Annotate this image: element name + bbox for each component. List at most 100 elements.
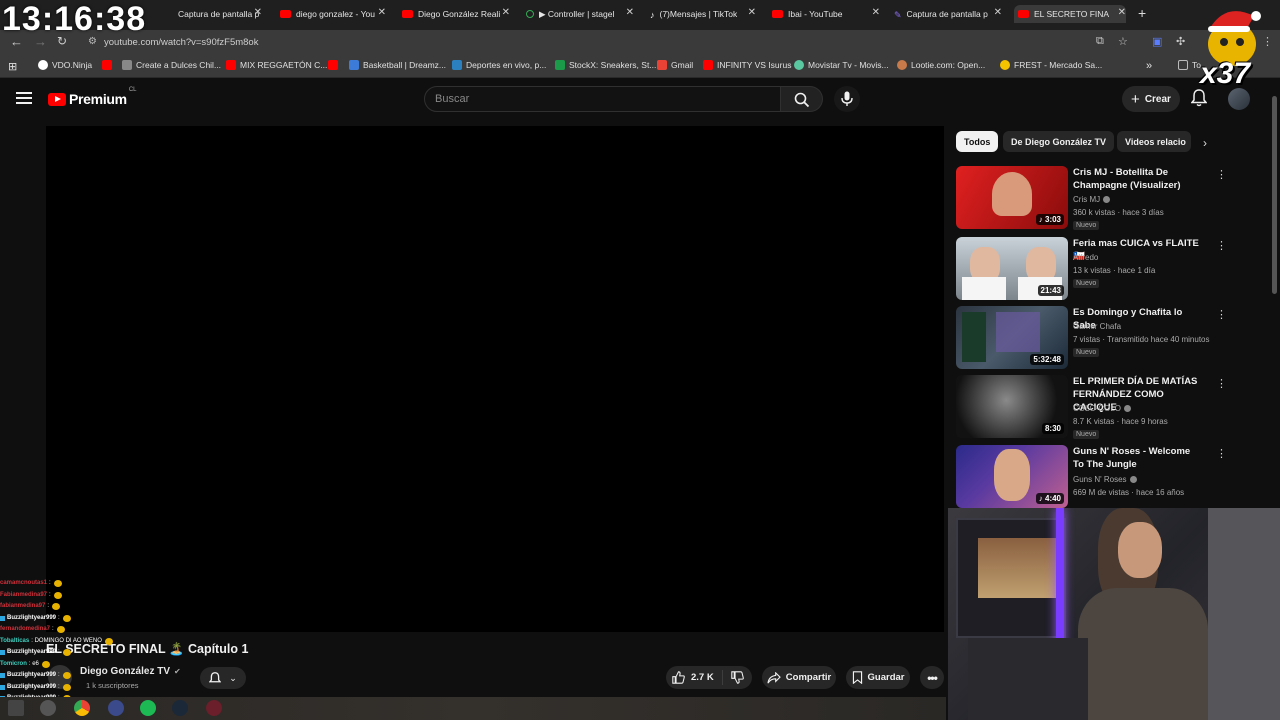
more-actions-button[interactable]: ••• — [920, 666, 944, 689]
dislike-button[interactable] — [723, 671, 744, 684]
browser-tab[interactable]: diego gonzalez - You ✕ — [280, 5, 386, 23]
channel-name: COLO-COLO — [1073, 404, 1132, 413]
browser-tab[interactable]: Captura de pantalla p ✕ — [178, 5, 262, 23]
close-tab-icon[interactable]: ✕ — [1118, 7, 1126, 18]
apps-grid-icon[interactable]: ⊞ — [8, 60, 17, 73]
bookmark-item[interactable]: FREST - Mercado Sa... — [1000, 60, 1102, 70]
chrome-icon[interactable] — [74, 700, 90, 716]
video-player[interactable] — [46, 126, 944, 632]
bookmark-item[interactable] — [328, 60, 342, 70]
bookmark-item[interactable]: Create a Dulces Chil... — [122, 60, 221, 70]
close-tab-icon[interactable]: ✕ — [994, 7, 1002, 18]
youtube-favicon-icon — [280, 10, 291, 18]
close-tab-icon[interactable]: ✕ — [378, 7, 386, 18]
record-icon[interactable] — [206, 700, 222, 716]
share-button[interactable]: Compartir — [762, 666, 836, 689]
youtube-premium-logo[interactable]: Premium CL — [48, 87, 136, 107]
chip-channel[interactable]: De Diego González TV — [1003, 131, 1115, 152]
like-button[interactable]: 2.7 K — [666, 670, 723, 685]
more-options-icon[interactable]: ⋮ — [1216, 308, 1227, 321]
create-button[interactable]: + Crear — [1122, 86, 1180, 112]
chat-badge-icon — [0, 650, 5, 656]
browser-tab[interactable]: Diego González Reali ✕ — [402, 5, 510, 23]
bookmarks-bar: ⊞ VDO.Ninja Create a Dulces Chil... MIX … — [0, 54, 1280, 78]
subscription-bell-button[interactable]: ⌄ — [200, 667, 246, 689]
bookmark-item[interactable]: Basketball | Dreamz... — [349, 60, 446, 70]
clock-overlay: 13:16:38 — [2, 0, 147, 38]
chat-emote-icon — [62, 649, 71, 657]
bookmark-item[interactable]: VDO.Ninja — [38, 60, 92, 70]
video-thumbnail[interactable]: ♪ 3:03 — [956, 166, 1068, 229]
new-tab-icon[interactable]: + — [1138, 5, 1146, 21]
voice-search-button[interactable] — [834, 86, 860, 112]
chip-todos[interactable]: Todos — [956, 131, 999, 152]
bookmark-item[interactable]: StockX: Sneakers, St... — [555, 60, 656, 70]
recommendation-item[interactable]: ♪ 3:03 Cris MJ - Botellita De Champagne … — [956, 166, 1227, 230]
more-options-icon[interactable]: ⋮ — [1216, 377, 1227, 390]
video-thumbnail[interactable]: 21:43 — [956, 237, 1068, 300]
spotify-icon[interactable] — [140, 700, 156, 716]
tab-title: (7)Mensajes | TikTok — [659, 9, 738, 19]
extension-icon[interactable]: ▣ — [1152, 35, 1162, 48]
video-thumbnail[interactable]: 8:30 — [956, 375, 1068, 438]
search-button[interactable] — [781, 86, 823, 112]
bookmark-item[interactable]: Deportes en vivo, p... — [452, 60, 546, 70]
share-label: Compartir — [785, 672, 832, 683]
recommendation-item[interactable]: 5:32:48 Es Domingo y Chafita lo Sabe Gam… — [956, 306, 1227, 370]
browser-tab[interactable]: ✎ Captura de pantalla p ✕ — [894, 5, 1002, 23]
chat-text: : — [49, 591, 51, 598]
notifications-bell-icon[interactable] — [1191, 89, 1207, 107]
more-options-icon[interactable]: ⋮ — [1216, 447, 1227, 460]
video-thumbnail[interactable]: 5:32:48 — [956, 306, 1068, 369]
puzzle-extensions-icon[interactable]: ✣ — [1176, 35, 1185, 48]
browser-tab-active[interactable]: EL SECRETO FINA ✕ — [1014, 5, 1126, 23]
browser-tab[interactable]: ▶ Controller | stagel ✕ — [526, 5, 634, 23]
stream-chat-overlay: camamcnoutas1: Fabianmedina97: fabianmedin… — [0, 578, 140, 716]
install-app-icon[interactable]: ⧉ — [1096, 35, 1104, 48]
page-scrollbar[interactable] — [1272, 96, 1277, 294]
more-bookmarks-icon[interactable]: » — [1146, 60, 1152, 72]
chat-username: fabianmedina97 — [0, 603, 46, 609]
bookmark-item[interactable]: Movistar Tv - Movis... — [794, 60, 889, 70]
close-tab-icon[interactable]: ✕ — [626, 7, 634, 18]
bookmark-item[interactable]: Gmail — [657, 60, 693, 70]
bookmark-item[interactable]: Lootie.com: Open... — [897, 60, 985, 70]
video-thumbnail[interactable]: ♪ 4:40 — [956, 445, 1068, 508]
bookmark-item[interactable]: MIX REGGAETÓN C... — [226, 60, 327, 70]
save-button[interactable]: Guardar — [846, 666, 910, 689]
country-code: CL — [128, 87, 137, 93]
multiplier-overlay: x37 — [1200, 57, 1251, 90]
search-input[interactable] — [425, 87, 755, 111]
bookmark-star-icon[interactable]: ☆ — [1118, 35, 1128, 48]
hamburger-menu-icon[interactable] — [16, 92, 32, 104]
close-tab-icon[interactable]: ✕ — [502, 7, 510, 18]
chat-text: : — [58, 672, 60, 678]
browser-tab[interactable]: ♪ (7)Mensajes | TikTok ✕ — [650, 5, 756, 23]
close-tab-icon[interactable]: ✕ — [254, 7, 262, 18]
close-tab-icon[interactable]: ✕ — [872, 7, 880, 18]
url-field[interactable]: youtube.com/watch?v=s90fzF5m8ok — [104, 37, 258, 48]
more-options-icon[interactable]: ⋮ — [1216, 239, 1227, 252]
steam-icon[interactable] — [172, 700, 188, 716]
browser-tab[interactable]: Ibai - YouTube ✕ — [772, 5, 880, 23]
close-tab-icon[interactable]: ✕ — [748, 7, 756, 18]
recommendation-item[interactable]: 21:43 Feria mas CUICA vs FLAITE 🇨🇱 Alfre… — [956, 237, 1227, 301]
obs-icon[interactable] — [108, 700, 124, 716]
recommendation-item[interactable]: 8:30 EL PRIMER DÍA DE MATÍAS FERNÁNDEZ C… — [956, 375, 1227, 439]
youtube-favicon-icon — [1018, 10, 1029, 18]
bookmark-label: VDO.Ninja — [52, 60, 93, 70]
chevron-right-icon[interactable]: › — [1203, 136, 1207, 150]
more-options-icon[interactable]: ⋮ — [1216, 168, 1227, 181]
bookmark-item[interactable] — [102, 60, 116, 70]
chip-related[interactable]: Videos relacio — [1117, 131, 1191, 152]
start-icon[interactable] — [8, 700, 24, 716]
account-avatar[interactable] — [1228, 88, 1250, 110]
recommendation-item[interactable]: ♪ 4:40 Guns N' Roses - Welcome To The Ju… — [956, 445, 1227, 509]
search-taskbar-icon[interactable] — [40, 700, 56, 716]
bookmark-label: StockX: Sneakers, St... — [569, 60, 657, 70]
bookmark-item[interactable]: INFINITY VS Isurus — [703, 60, 791, 70]
youtube-favicon-icon — [102, 60, 112, 70]
gmail-favicon-icon — [657, 60, 667, 70]
bookmark-favicon-icon — [38, 60, 48, 70]
create-label: Crear — [1144, 93, 1171, 105]
